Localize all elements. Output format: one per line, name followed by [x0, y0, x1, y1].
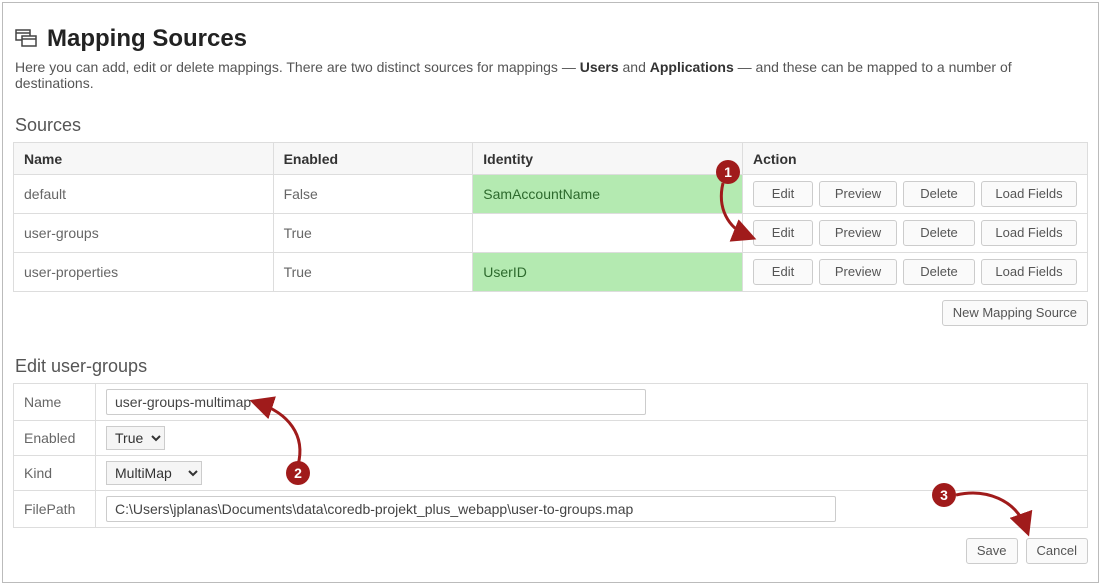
cell-identity: UserID [473, 253, 743, 292]
load-fields-button[interactable]: Load Fields [981, 181, 1077, 207]
cell-enabled: True [273, 253, 473, 292]
preview-button[interactable]: Preview [819, 259, 897, 285]
col-name: Name [14, 143, 274, 175]
intro-text: Here you can add, edit or delete mapping… [15, 59, 1088, 91]
cell-enabled: True [273, 214, 473, 253]
edit-form: Name Enabled True Kind MultiMap [13, 383, 1088, 528]
new-mapping-source-button[interactable]: New Mapping Source [942, 300, 1088, 326]
delete-button[interactable]: Delete [903, 181, 975, 207]
name-input[interactable] [106, 389, 646, 415]
load-fields-button[interactable]: Load Fields [981, 220, 1077, 246]
delete-button[interactable]: Delete [903, 220, 975, 246]
cell-name: user-groups [14, 214, 274, 253]
preview-button[interactable]: Preview [819, 181, 897, 207]
annotation-arrow-1 [713, 173, 773, 253]
cell-name: default [14, 175, 274, 214]
preview-button[interactable]: Preview [819, 220, 897, 246]
edit-button[interactable]: Edit [753, 259, 813, 285]
annotation-badge-1: 1 [716, 160, 740, 184]
annotation-arrow-2 [248, 395, 318, 475]
edit-heading: Edit user-groups [15, 356, 1088, 377]
mapping-sources-icon [15, 27, 37, 52]
label-kind: Kind [14, 456, 96, 491]
annotation-badge-2: 2 [286, 461, 310, 485]
sources-heading: Sources [15, 115, 1088, 136]
delete-button[interactable]: Delete [903, 259, 975, 285]
col-identity: Identity [473, 143, 743, 175]
table-row: user-groups True Edit Preview Delete Loa… [14, 214, 1088, 253]
page-title: Mapping Sources [47, 25, 247, 53]
label-enabled: Enabled [14, 421, 96, 456]
col-action: Action [743, 143, 1088, 175]
col-enabled: Enabled [273, 143, 473, 175]
annotation-badge-3: 3 [932, 483, 956, 507]
annotation-arrow-3 [951, 490, 1041, 545]
cell-enabled: False [273, 175, 473, 214]
enabled-select[interactable]: True [106, 426, 165, 450]
cell-identity: SamAccountName [473, 175, 743, 214]
table-row: user-properties True UserID Edit Preview… [14, 253, 1088, 292]
load-fields-button[interactable]: Load Fields [981, 259, 1077, 285]
label-name: Name [14, 384, 96, 421]
kind-select[interactable]: MultiMap [106, 461, 202, 485]
label-filepath: FilePath [14, 491, 96, 528]
table-row: default False SamAccountName Edit Previe… [14, 175, 1088, 214]
cell-name: user-properties [14, 253, 274, 292]
filepath-input[interactable] [106, 496, 836, 522]
cell-identity [473, 214, 743, 253]
sources-table: Name Enabled Identity Action default Fal… [13, 142, 1088, 292]
